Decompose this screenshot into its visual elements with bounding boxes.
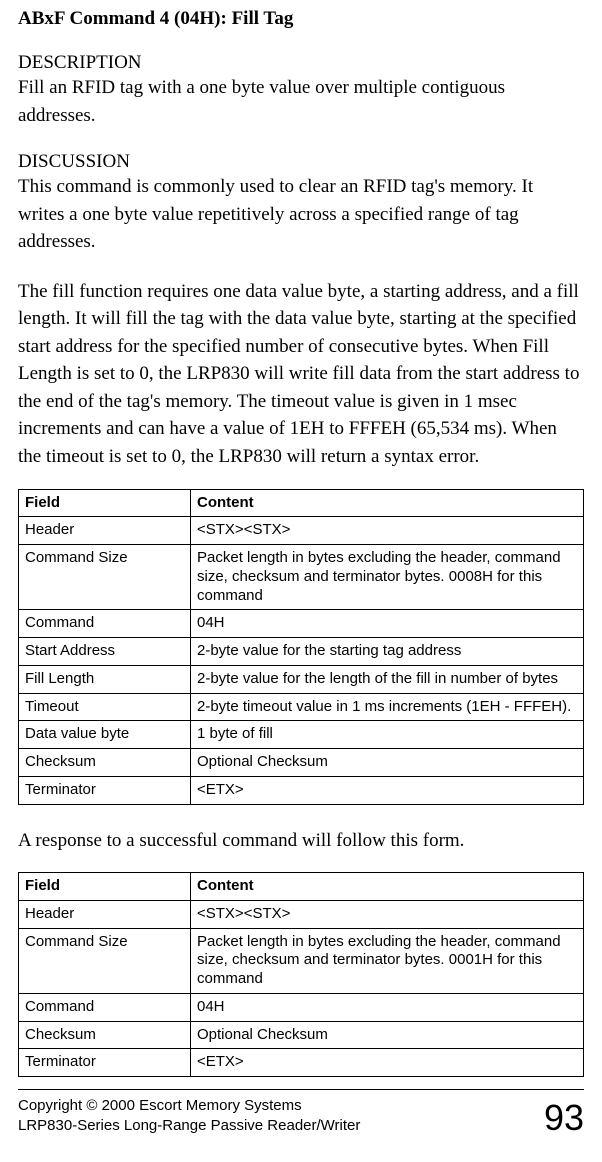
response-table: Field Content Header<STX><STX> Command S… (18, 872, 584, 1077)
table-cell-content: <ETX> (191, 776, 584, 804)
table-cell-field: Data value byte (19, 721, 191, 749)
table-header-content: Content (191, 873, 584, 901)
footer-copyright: Copyright © 2000 Escort Memory Systems (18, 1096, 360, 1116)
table-cell-field: Checksum (19, 1021, 191, 1049)
table-cell-field: Terminator (19, 1049, 191, 1077)
table-cell-field: Header (19, 517, 191, 545)
table-cell-field: Terminator (19, 776, 191, 804)
table-row: Command SizePacket length in bytes exclu… (19, 928, 584, 993)
table-row: Timeout2-byte timeout value in 1 ms incr… (19, 693, 584, 721)
table-header-row: Field Content (19, 873, 584, 901)
table-cell-content: <ETX> (191, 1049, 584, 1077)
table-row: Command SizePacket length in bytes exclu… (19, 545, 584, 610)
discussion-text-1: This command is commonly used to clear a… (18, 173, 584, 256)
table-row: Header<STX><STX> (19, 900, 584, 928)
table-row: Fill Length2-byte value for the length o… (19, 665, 584, 693)
page-footer: Copyright © 2000 Escort Memory Systems L… (18, 1089, 584, 1137)
footer-text: Copyright © 2000 Escort Memory Systems L… (18, 1096, 360, 1137)
table-cell-field: Header (19, 900, 191, 928)
table-cell-content: Optional Checksum (191, 749, 584, 777)
discussion-text-2: The fill function requires one data valu… (18, 278, 584, 471)
table-cell-content: <STX><STX> (191, 517, 584, 545)
page-title: ABxF Command 4 (04H): Fill Tag (18, 8, 584, 30)
table-cell-content: 2-byte value for the length of the fill … (191, 665, 584, 693)
table-cell-field: Command Size (19, 545, 191, 610)
table-row: Terminator<ETX> (19, 1049, 584, 1077)
description-text: Fill an RFID tag with a one byte value o… (18, 74, 584, 129)
table-cell-content: Optional Checksum (191, 1021, 584, 1049)
table-header-field: Field (19, 489, 191, 517)
table-header-row: Field Content (19, 489, 584, 517)
table-cell-field: Checksum (19, 749, 191, 777)
table-row: ChecksumOptional Checksum (19, 1021, 584, 1049)
table-cell-field: Start Address (19, 638, 191, 666)
table-header-field: Field (19, 873, 191, 901)
table-row: Data value byte1 byte of fill (19, 721, 584, 749)
table-cell-content: 04H (191, 610, 584, 638)
table-row: Header<STX><STX> (19, 517, 584, 545)
table-cell-field: Timeout (19, 693, 191, 721)
table-cell-content: 04H (191, 993, 584, 1021)
table-cell-content: <STX><STX> (191, 900, 584, 928)
table-cell-field: Fill Length (19, 665, 191, 693)
table-cell-field: Command (19, 993, 191, 1021)
table-cell-content: 2-byte value for the starting tag addres… (191, 638, 584, 666)
table-row: Command04H (19, 610, 584, 638)
table-row: Terminator<ETX> (19, 776, 584, 804)
table-row: Start Address2-byte value for the starti… (19, 638, 584, 666)
table-cell-content: 2-byte timeout value in 1 ms increments … (191, 693, 584, 721)
discussion-heading: DISCUSSION (18, 151, 584, 173)
table-cell-field: Command Size (19, 928, 191, 993)
table-cell-field: Command (19, 610, 191, 638)
response-intro: A response to a successful command will … (18, 827, 584, 855)
description-heading: DESCRIPTION (18, 52, 584, 74)
table-cell-content: Packet length in bytes excluding the hea… (191, 928, 584, 993)
table-cell-content: 1 byte of fill (191, 721, 584, 749)
footer-product: LRP830-Series Long-Range Passive Reader/… (18, 1116, 360, 1136)
table-header-content: Content (191, 489, 584, 517)
table-row: Command04H (19, 993, 584, 1021)
table-cell-content: Packet length in bytes excluding the hea… (191, 545, 584, 610)
command-table: Field Content Header<STX><STX> Command S… (18, 489, 584, 805)
page-number: 93 (544, 1100, 584, 1136)
table-row: ChecksumOptional Checksum (19, 749, 584, 777)
